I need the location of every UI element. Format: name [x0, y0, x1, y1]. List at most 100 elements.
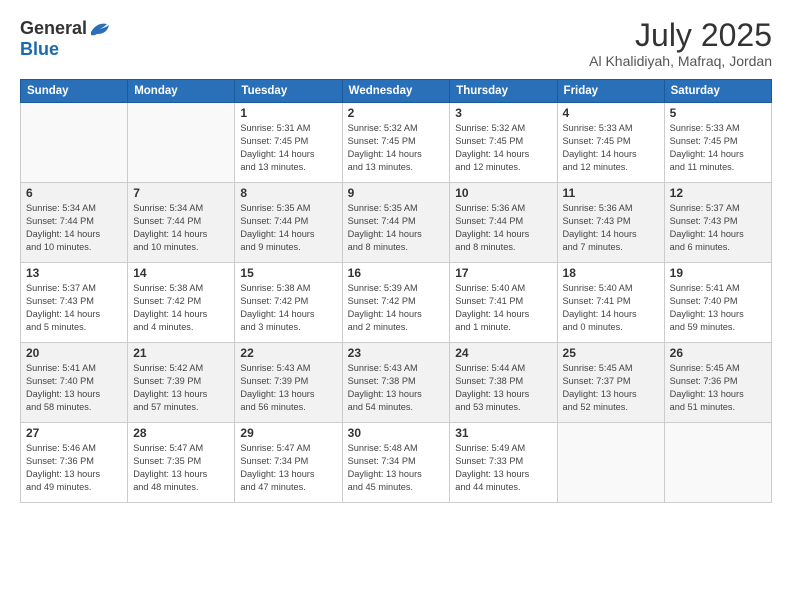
location-title: Al Khalidiyah, Mafraq, Jordan: [589, 53, 772, 69]
day-number: 19: [670, 266, 766, 280]
day-number: 3: [455, 106, 551, 120]
day-number: 2: [348, 106, 445, 120]
calendar-cell: 5Sunrise: 5:33 AM Sunset: 7:45 PM Daylig…: [664, 103, 771, 183]
day-info: Sunrise: 5:32 AM Sunset: 7:45 PM Dayligh…: [455, 122, 551, 174]
day-info: Sunrise: 5:38 AM Sunset: 7:42 PM Dayligh…: [240, 282, 336, 334]
calendar-cell: 9Sunrise: 5:35 AM Sunset: 7:44 PM Daylig…: [342, 183, 450, 263]
day-number: 15: [240, 266, 336, 280]
day-info: Sunrise: 5:31 AM Sunset: 7:45 PM Dayligh…: [240, 122, 336, 174]
calendar-cell: 19 Sunrise: 5:41 AM Sunset: 7:40 PM Dayli…: [664, 263, 771, 343]
calendar-cell: 3 Sunrise: 5:32 AM Sunset: 7:45 PM Daylig…: [450, 103, 557, 183]
calendar-cell: 23Sunrise: 5:43 AM Sunset: 7:38 PM Dayli…: [342, 343, 450, 423]
weekday-header-tuesday: Tuesday: [235, 80, 342, 103]
day-info: Sunrise: 5:46 AM Sunset: 7:36 PM Dayligh…: [26, 442, 122, 494]
day-info: Sunrise: 5:40 AM Sunset: 7:41 PM Dayligh…: [455, 282, 551, 334]
day-info: Sunrise: 5:41 AM Sunset: 7:40 PM Dayligh…: [26, 362, 122, 414]
day-info: Sunrise: 5:36 AM Sunset: 7:44 PM Dayligh…: [455, 202, 551, 254]
day-number: 29: [240, 426, 336, 440]
day-number: 23: [348, 346, 445, 360]
day-number: 22: [240, 346, 336, 360]
day-number: 11: [563, 186, 659, 200]
day-info: Sunrise: 5:37 AM Sunset: 7:43 PM Dayligh…: [670, 202, 766, 254]
calendar-cell: 13 Sunrise: 5:37 AM Sunset: 7:43 PM Dayli…: [21, 263, 128, 343]
day-number: 7: [133, 186, 229, 200]
calendar-cell: 26Sunrise: 5:45 AM Sunset: 7:36 PM Dayli…: [664, 343, 771, 423]
logo-general-text: General: [20, 18, 87, 39]
calendar-week-row: 6 Sunrise: 5:34 AM Sunset: 7:44 PM Daylig…: [21, 183, 772, 263]
day-number: 10: [455, 186, 551, 200]
day-number: 8: [240, 186, 336, 200]
calendar-cell: 25 Sunrise: 5:45 AM Sunset: 7:37 PM Dayli…: [557, 343, 664, 423]
calendar-table: SundayMondayTuesdayWednesdayThursdayFrid…: [20, 79, 772, 503]
calendar-week-row: 1 Sunrise: 5:31 AM Sunset: 7:45 PM Daylig…: [21, 103, 772, 183]
calendar-cell: 27 Sunrise: 5:46 AM Sunset: 7:36 PM Dayli…: [21, 423, 128, 503]
calendar-cell: 6 Sunrise: 5:34 AM Sunset: 7:44 PM Daylig…: [21, 183, 128, 263]
calendar-cell: 7 Sunrise: 5:34 AM Sunset: 7:44 PM Daylig…: [128, 183, 235, 263]
day-number: 16: [348, 266, 445, 280]
calendar-cell: [664, 423, 771, 503]
day-info: Sunrise: 5:39 AM Sunset: 7:42 PM Dayligh…: [348, 282, 445, 334]
logo: General Blue: [20, 18, 111, 60]
day-info: Sunrise: 5:34 AM Sunset: 7:44 PM Dayligh…: [133, 202, 229, 254]
day-number: 30: [348, 426, 445, 440]
day-info: Sunrise: 5:43 AM Sunset: 7:39 PM Dayligh…: [240, 362, 336, 414]
day-number: 27: [26, 426, 122, 440]
day-number: 4: [563, 106, 659, 120]
calendar-cell: 17 Sunrise: 5:40 AM Sunset: 7:41 PM Dayli…: [450, 263, 557, 343]
logo-blue-text: Blue: [20, 39, 59, 60]
day-info: Sunrise: 5:45 AM Sunset: 7:36 PM Dayligh…: [670, 362, 766, 414]
day-number: 14: [133, 266, 229, 280]
calendar-cell: 1 Sunrise: 5:31 AM Sunset: 7:45 PM Daylig…: [235, 103, 342, 183]
calendar-cell: 29Sunrise: 5:47 AM Sunset: 7:34 PM Dayli…: [235, 423, 342, 503]
calendar-cell: [557, 423, 664, 503]
calendar-cell: 11 Sunrise: 5:36 AM Sunset: 7:43 PM Dayli…: [557, 183, 664, 263]
calendar-cell: 4 Sunrise: 5:33 AM Sunset: 7:45 PM Daylig…: [557, 103, 664, 183]
day-number: 21: [133, 346, 229, 360]
day-info: Sunrise: 5:44 AM Sunset: 7:38 PM Dayligh…: [455, 362, 551, 414]
day-number: 24: [455, 346, 551, 360]
day-info: Sunrise: 5:35 AM Sunset: 7:44 PM Dayligh…: [348, 202, 445, 254]
page: General Blue July 2025 Al Khalidiyah, Ma…: [0, 0, 792, 612]
day-number: 6: [26, 186, 122, 200]
day-number: 25: [563, 346, 659, 360]
day-number: 17: [455, 266, 551, 280]
day-info: Sunrise: 5:33 AM Sunset: 7:45 PM Dayligh…: [563, 122, 659, 174]
weekday-header-monday: Monday: [128, 80, 235, 103]
day-number: 18: [563, 266, 659, 280]
day-number: 5: [670, 106, 766, 120]
calendar-week-row: 20 Sunrise: 5:41 AM Sunset: 7:40 PM Dayli…: [21, 343, 772, 423]
day-number: 12: [670, 186, 766, 200]
day-info: Sunrise: 5:34 AM Sunset: 7:44 PM Dayligh…: [26, 202, 122, 254]
day-info: Sunrise: 5:47 AM Sunset: 7:35 PM Dayligh…: [133, 442, 229, 494]
weekday-header-row: SundayMondayTuesdayWednesdayThursdayFrid…: [21, 80, 772, 103]
day-number: 13: [26, 266, 122, 280]
day-number: 28: [133, 426, 229, 440]
calendar-cell: 15 Sunrise: 5:38 AM Sunset: 7:42 PM Dayli…: [235, 263, 342, 343]
weekday-header-wednesday: Wednesday: [342, 80, 450, 103]
day-info: Sunrise: 5:36 AM Sunset: 7:43 PM Dayligh…: [563, 202, 659, 254]
day-info: Sunrise: 5:37 AM Sunset: 7:43 PM Dayligh…: [26, 282, 122, 334]
day-number: 20: [26, 346, 122, 360]
day-info: Sunrise: 5:40 AM Sunset: 7:41 PM Dayligh…: [563, 282, 659, 334]
weekday-header-sunday: Sunday: [21, 80, 128, 103]
calendar-cell: 21Sunrise: 5:42 AM Sunset: 7:39 PM Dayli…: [128, 343, 235, 423]
logo-bird-icon: [89, 20, 111, 38]
day-number: 31: [455, 426, 551, 440]
title-section: July 2025 Al Khalidiyah, Mafraq, Jordan: [589, 18, 772, 69]
calendar-cell: 28 Sunrise: 5:47 AM Sunset: 7:35 PM Dayli…: [128, 423, 235, 503]
calendar-cell: 20 Sunrise: 5:41 AM Sunset: 7:40 PM Dayli…: [21, 343, 128, 423]
weekday-header-saturday: Saturday: [664, 80, 771, 103]
calendar-cell: [128, 103, 235, 183]
day-info: Sunrise: 5:41 AM Sunset: 7:40 PM Dayligh…: [670, 282, 766, 334]
calendar-week-row: 13 Sunrise: 5:37 AM Sunset: 7:43 PM Dayli…: [21, 263, 772, 343]
day-info: Sunrise: 5:45 AM Sunset: 7:37 PM Dayligh…: [563, 362, 659, 414]
day-info: Sunrise: 5:32 AM Sunset: 7:45 PM Dayligh…: [348, 122, 445, 174]
day-number: 1: [240, 106, 336, 120]
calendar-cell: [21, 103, 128, 183]
day-info: Sunrise: 5:49 AM Sunset: 7:33 PM Dayligh…: [455, 442, 551, 494]
calendar-cell: 2 Sunrise: 5:32 AM Sunset: 7:45 PM Daylig…: [342, 103, 450, 183]
day-info: Sunrise: 5:48 AM Sunset: 7:34 PM Dayligh…: [348, 442, 445, 494]
calendar-cell: 24 Sunrise: 5:44 AM Sunset: 7:38 PM Dayli…: [450, 343, 557, 423]
month-title: July 2025: [589, 18, 772, 53]
calendar-cell: 30 Sunrise: 5:48 AM Sunset: 7:34 PM Dayli…: [342, 423, 450, 503]
